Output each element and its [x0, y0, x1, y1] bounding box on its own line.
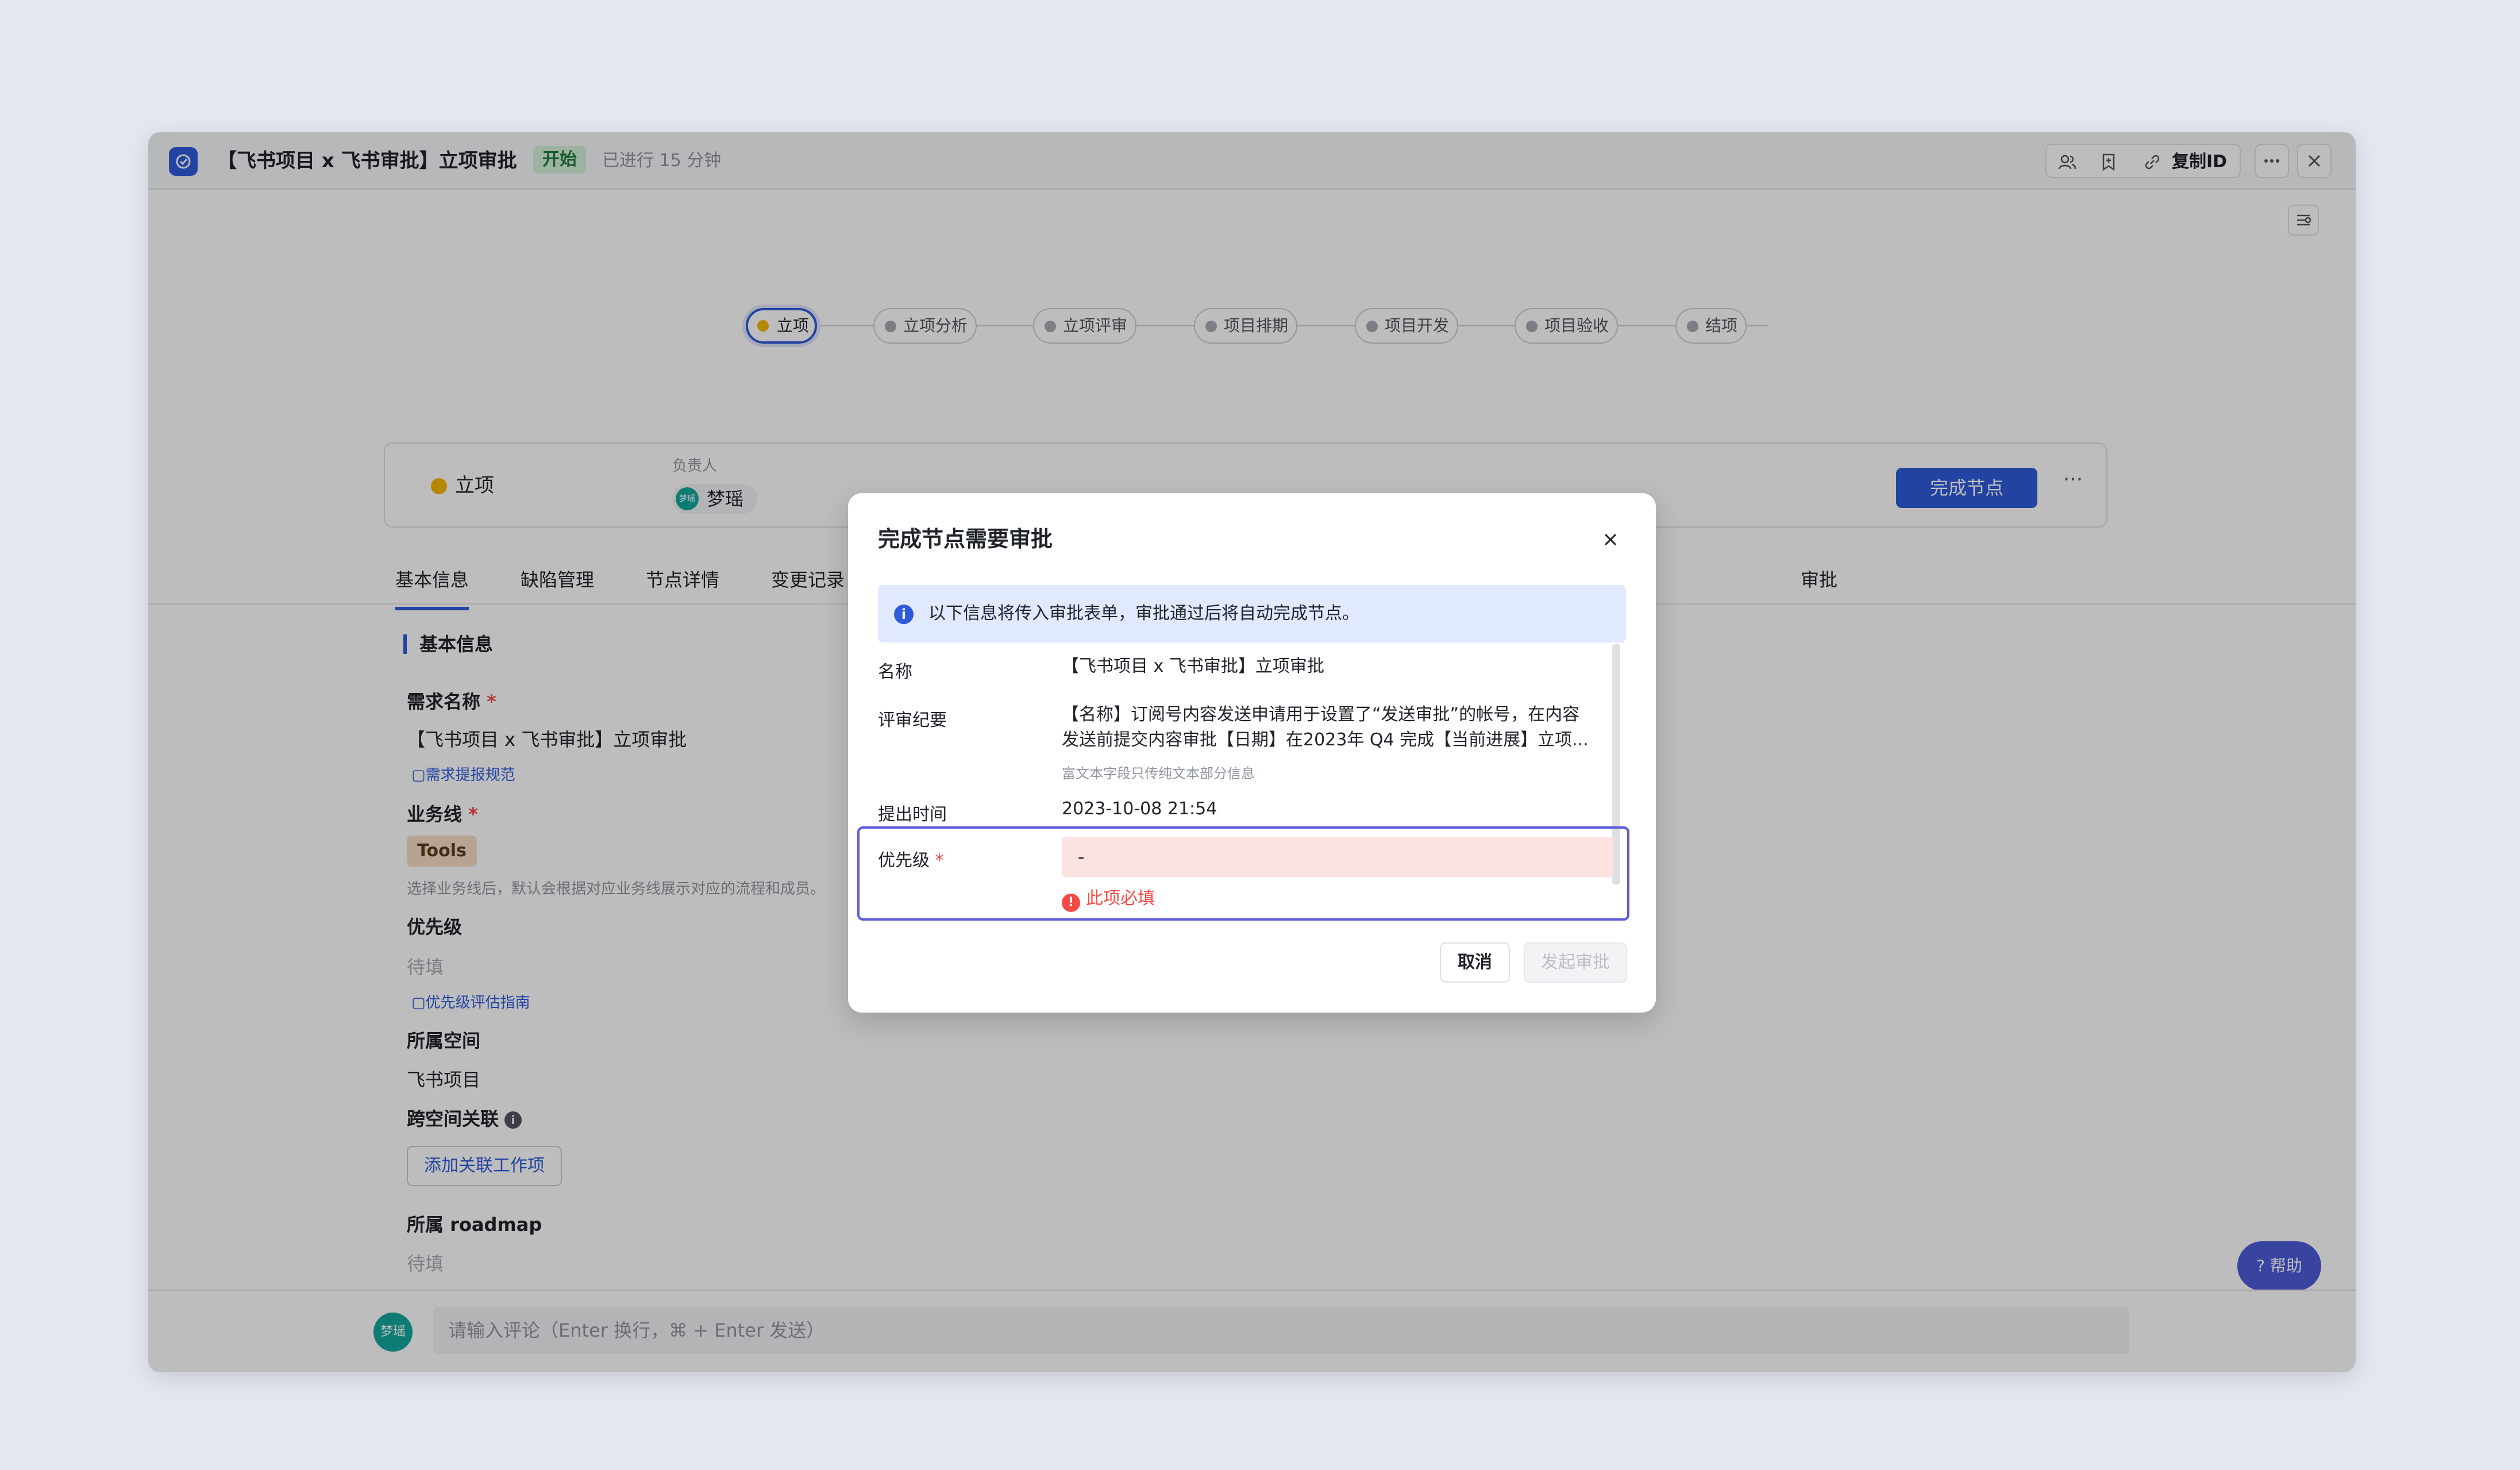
- field-summary-label: 评审纪要: [878, 710, 947, 730]
- field-summary-note: 富文本字段只传纯文本部分信息: [1062, 765, 1255, 782]
- dialog-title: 完成节点需要审批: [878, 526, 1053, 552]
- banner-text: 以下信息将传入审批表单，审批通过后将自动完成节点。: [928, 603, 1359, 624]
- info-banner: i 以下信息将传入审批表单，审批通过后将自动完成节点。: [878, 585, 1626, 642]
- field-time-label: 提出时间: [878, 805, 947, 825]
- info-icon: i: [894, 605, 914, 624]
- dialog-close-button[interactable]: [1596, 525, 1625, 554]
- cancel-button[interactable]: 取消: [1440, 942, 1510, 983]
- priority-select[interactable]: -: [1062, 837, 1613, 877]
- field-name-label: 名称: [878, 662, 912, 682]
- field-summary-line2: 发送前提交内容审批【日期】在2023年 Q4 完成【当前进展】立项...: [1062, 730, 1589, 750]
- approval-dialog: 完成节点需要审批 i 以下信息将传入审批表单，审批通过后将自动完成节点。 名称 …: [848, 493, 1656, 1013]
- field-name-value: 【飞书项目 x 飞书审批】立项审批: [1062, 656, 1324, 676]
- field-time-value: 2023-10-08 21:54: [1062, 799, 1217, 819]
- field-priority-label: 优先级 *: [878, 851, 944, 871]
- error-icon: !: [1062, 894, 1080, 912]
- submit-approval-button[interactable]: 发起审批: [1524, 942, 1627, 983]
- field-summary-line1: 【名称】订阅号内容发送申请用于设置了“发送审批”的帐号，在内容: [1062, 705, 1580, 725]
- priority-error: ! 此项必填: [1062, 887, 1155, 912]
- close-icon: [1604, 533, 1617, 546]
